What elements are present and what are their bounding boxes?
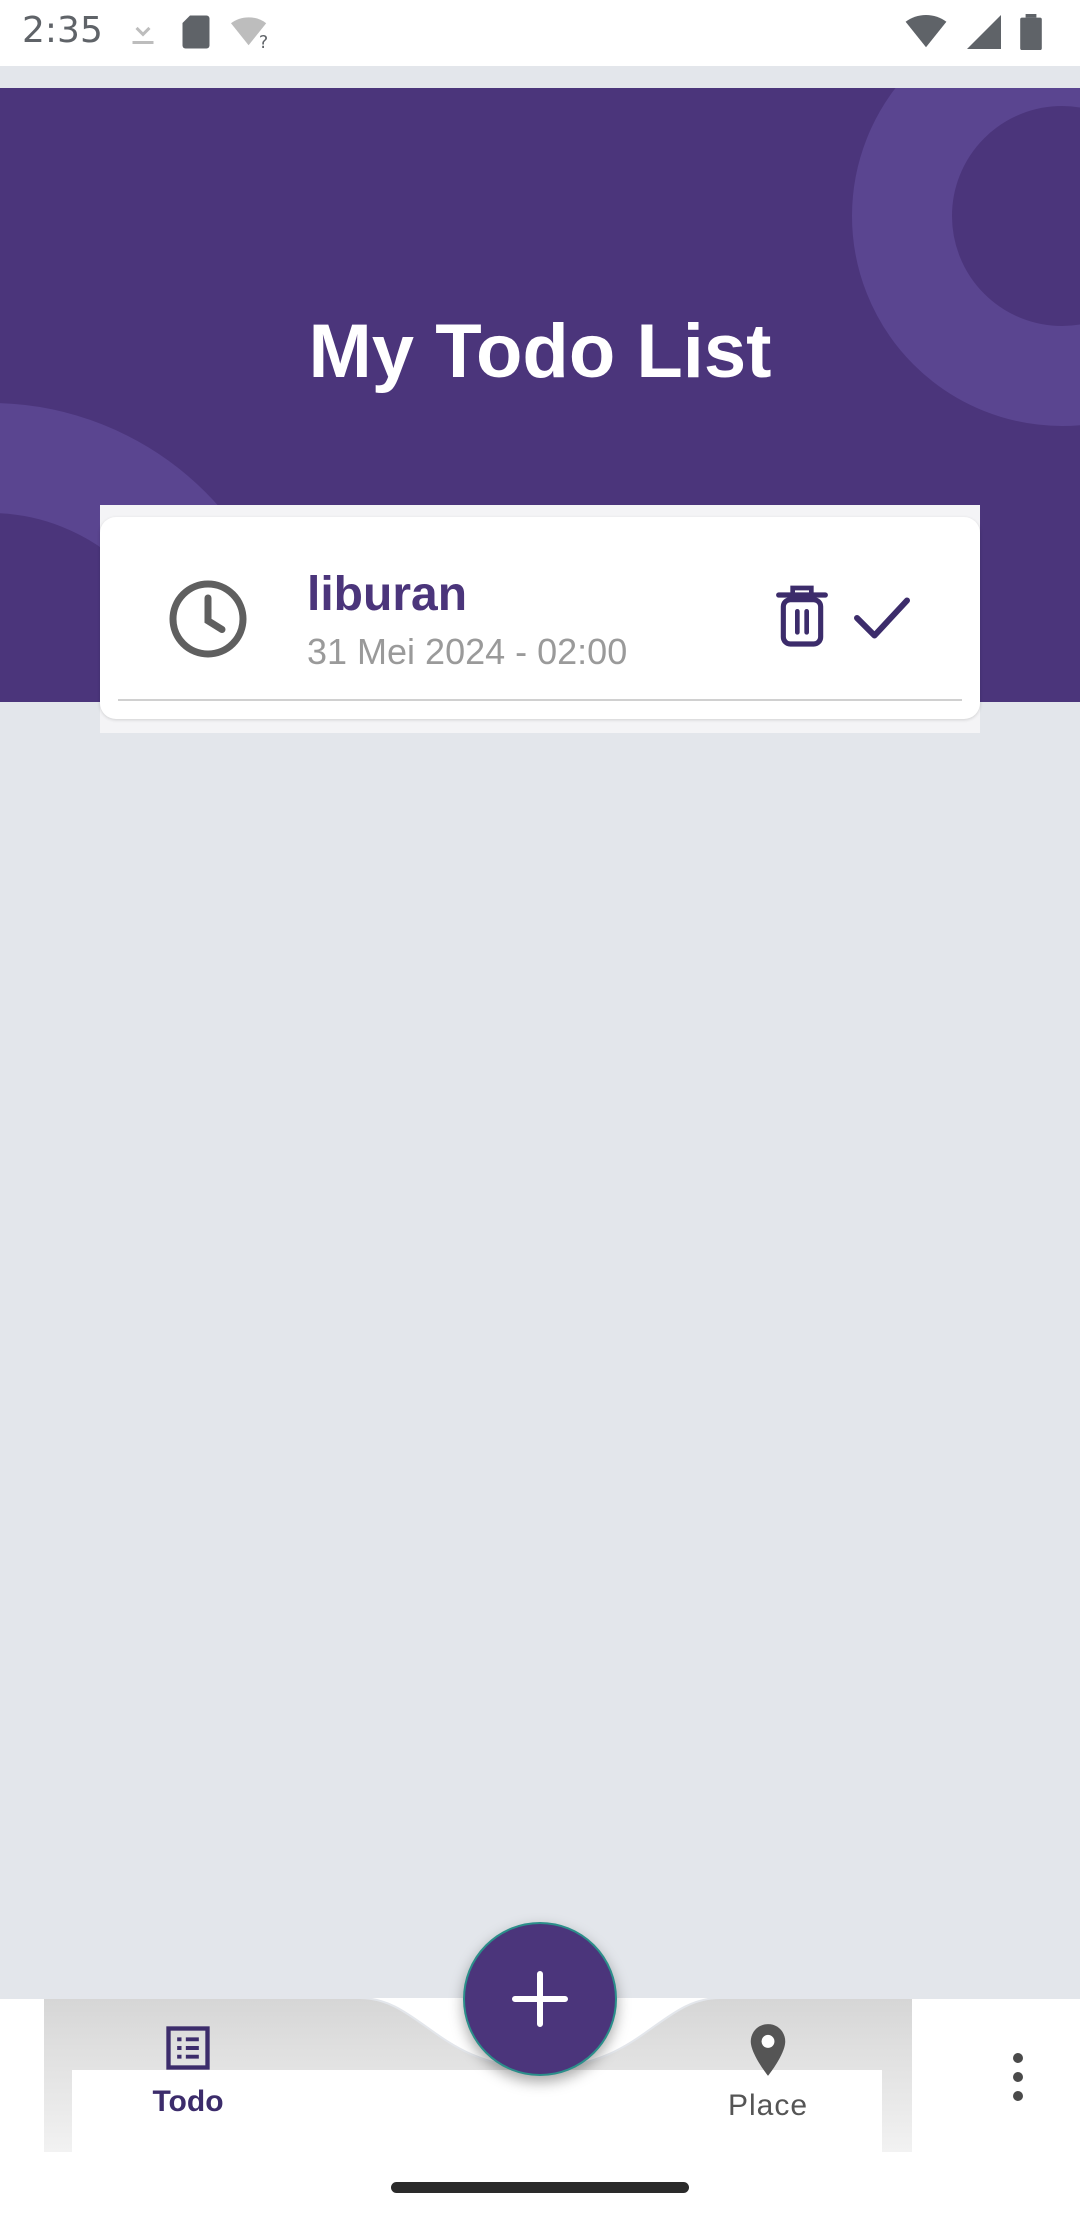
status-icons-left: ? — [125, 14, 275, 50]
list-icon — [166, 2026, 210, 2070]
status-gap — [0, 66, 1080, 88]
nav-item-place[interactable]: Place — [668, 2022, 868, 2123]
trash-icon[interactable] — [774, 583, 830, 649]
battery-icon — [1020, 14, 1042, 50]
more-vertical-icon[interactable] — [1000, 2050, 1036, 2106]
todo-title: liburan — [307, 568, 468, 621]
wifi-icon — [905, 15, 947, 48]
sd-card-icon — [182, 15, 210, 49]
card-divider — [118, 699, 962, 701]
status-icons-right — [904, 14, 1042, 50]
location-pin-icon — [750, 2024, 786, 2076]
signal-icon — [967, 15, 1001, 49]
download-icon — [132, 17, 154, 44]
nav-label-todo: Todo — [152, 2085, 224, 2118]
plus-icon — [512, 1971, 568, 2027]
nav-item-todo[interactable]: Todo — [88, 2022, 288, 2119]
todo-card[interactable]: liburan 31 Mei 2024 - 02:00 — [100, 517, 980, 719]
page-title: My Todo List — [308, 309, 772, 394]
status-bar: 2:35 ? — [0, 0, 1080, 66]
status-time: 2:35 — [22, 10, 103, 51]
home-indicator[interactable] — [391, 2182, 689, 2193]
wifi-question-icon: ? — [231, 17, 268, 50]
check-icon[interactable] — [852, 593, 912, 643]
clock-icon — [169, 580, 247, 658]
nav-label-place: Place — [727, 2089, 809, 2122]
svg-text:?: ? — [259, 33, 268, 50]
add-todo-button[interactable] — [463, 1922, 617, 2076]
todo-date: 31 Mei 2024 - 02:00 — [307, 631, 628, 672]
